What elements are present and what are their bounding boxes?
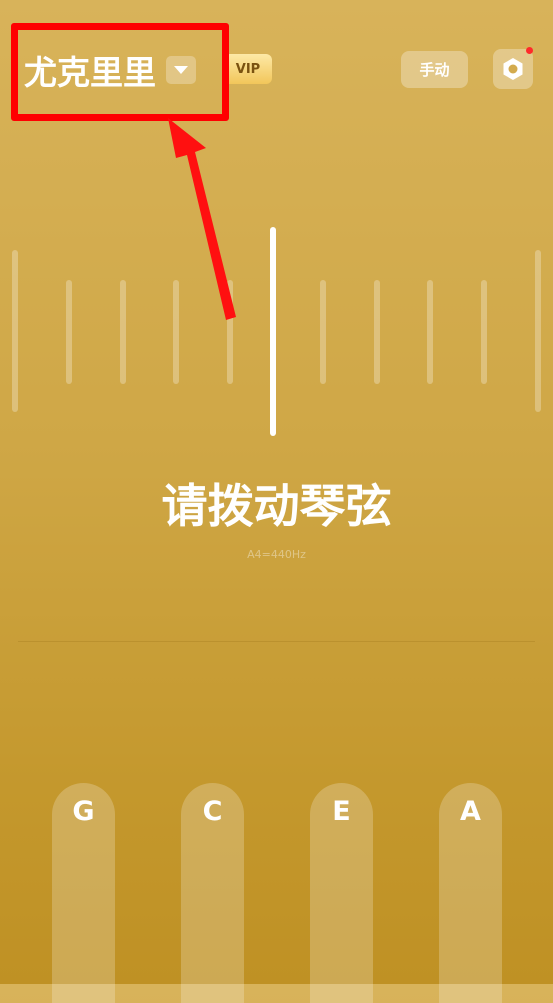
- scale-tick: [427, 280, 433, 384]
- tuner-needle: [270, 227, 276, 436]
- string-label-e: E: [332, 796, 351, 827]
- top-bar: 尤克里里 VIP 手动: [0, 0, 553, 120]
- settings-button[interactable]: [493, 49, 533, 89]
- tuner-scale: [0, 210, 553, 450]
- instrument-name: 尤克里里: [24, 53, 156, 92]
- scale-tick: [120, 280, 126, 384]
- instrument-selector[interactable]: 尤克里里: [24, 46, 196, 94]
- scale-tick: [173, 280, 179, 384]
- scale-tick: [374, 280, 380, 384]
- divider: [18, 641, 535, 642]
- string-label-c: C: [202, 796, 223, 827]
- manual-mode-button[interactable]: 手动: [401, 51, 468, 88]
- scale-tick: [66, 280, 72, 384]
- reference-pitch: A4=440Hz: [247, 548, 306, 561]
- string-label-g: G: [72, 796, 95, 827]
- scale-tick: [227, 280, 233, 384]
- notification-dot: [526, 47, 533, 54]
- string-label-a: A: [460, 796, 481, 827]
- vip-badge[interactable]: VIP: [224, 54, 272, 84]
- scale-tick: [481, 280, 487, 384]
- gear-icon: [503, 58, 523, 80]
- scale-tick: [535, 250, 541, 412]
- scale-tick: [320, 280, 326, 384]
- chevron-down-icon[interactable]: [166, 56, 196, 84]
- scale-tick: [12, 250, 18, 412]
- tuner-prompt: 请拨动琴弦: [161, 479, 392, 533]
